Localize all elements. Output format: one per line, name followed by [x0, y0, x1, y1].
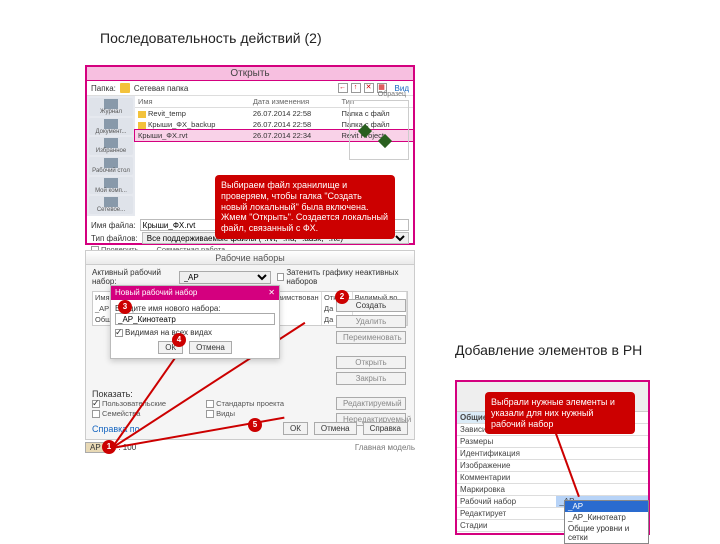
filename-label: Имя файла: — [91, 221, 136, 230]
heading-sequence: Последовательность действий (2) — [100, 30, 400, 46]
folder-label: Папка: — [91, 84, 116, 93]
preview-pane: Образец — [349, 100, 409, 160]
folder-icon — [120, 83, 130, 93]
close-icon[interactable]: ✕ — [268, 286, 275, 300]
ws-ok-button[interactable]: ОК — [283, 422, 308, 435]
delete-icon[interactable]: ✕ — [364, 83, 374, 93]
callout-instructions-1: Выбираем файл хранилище и проверяем, что… — [215, 175, 395, 239]
new-ws-title: Новый рабочий набор — [115, 286, 197, 300]
show-views-checkbox[interactable]: Виды — [206, 409, 284, 418]
prop-mark: Маркировка — [457, 484, 556, 495]
ws-cancel-button[interactable]: Отмена — [314, 422, 357, 435]
ws-help-button[interactable]: Справка — [363, 422, 408, 435]
show-families-checkbox[interactable]: Семейства — [92, 409, 166, 418]
step-badge-4: 4 — [172, 333, 186, 347]
prop-identity: Идентификация — [457, 448, 556, 459]
back-icon[interactable]: ← — [338, 83, 348, 93]
show-standards-checkbox[interactable]: Стандарты проекта — [206, 399, 284, 408]
place-fav[interactable]: Избранное — [89, 137, 133, 155]
ws-option[interactable]: _АР — [565, 501, 648, 512]
prop-edits: Редактирует — [457, 508, 556, 519]
step-badge-1: 1 — [102, 440, 116, 454]
callout-instructions-2: Выбрали нужные элементы и указали для ни… — [485, 392, 635, 434]
filetype-label: Тип файлов: — [91, 234, 138, 243]
visible-all-views-checkbox[interactable]: Видимая на всех видах — [115, 328, 275, 337]
prop-phases: Стадии — [457, 520, 556, 531]
prop-workset: Рабочий набор — [457, 496, 556, 507]
heading-add-elements: Добавление элементов в РН — [455, 342, 655, 358]
ws-option[interactable]: _АР_Кинотеатр — [565, 512, 648, 523]
rename-ws-button[interactable]: Переименовать — [336, 331, 406, 344]
new-workset-dialog: Новый рабочий набор ✕ Введите имя нового … — [110, 285, 280, 359]
gray-graphics-checkbox[interactable]: Затенить графику неактивных наборов — [277, 268, 408, 286]
prop-comments: Комментарии — [457, 472, 556, 483]
show-user-checkbox[interactable]: Пользовательские — [92, 399, 166, 408]
place-desktop[interactable]: Рабочий стол — [89, 157, 133, 175]
prop-image: Изображение — [457, 460, 556, 471]
open-dialog-title: Открыть — [87, 67, 413, 81]
place-network[interactable]: Сетевое... — [89, 196, 133, 214]
new-ws-name-input[interactable] — [115, 313, 275, 325]
step-badge-2: 2 — [335, 290, 349, 304]
new-ws-cancel-button[interactable]: Отмена — [189, 341, 232, 354]
workset-dropdown[interactable]: _АР _АР_Кинотеатр Общие уровни и сетки — [564, 500, 649, 544]
ws-option[interactable]: Общие уровни и сетки — [565, 523, 648, 543]
close-ws-button[interactable]: Закрыть — [336, 372, 406, 385]
new-ws-name-label: Введите имя нового набора: — [115, 304, 275, 313]
place-docs[interactable]: Документ... — [89, 118, 133, 136]
step-badge-3: 3 — [118, 300, 132, 314]
open-ws-button[interactable]: Открыть — [336, 356, 406, 369]
worksets-title: Рабочие наборы — [86, 251, 414, 265]
prop-dimensions: Размеры — [457, 436, 556, 447]
up-icon[interactable]: ↑ — [351, 83, 361, 93]
folder-path[interactable]: Сетевая папка — [134, 84, 188, 93]
delete-ws-button[interactable]: Удалить — [336, 315, 406, 328]
places-sidebar: Журнал Документ... Избранное Рабочий сто… — [87, 96, 135, 216]
show-label: Показать: — [92, 389, 408, 399]
active-ws-select[interactable]: _АР — [179, 271, 272, 284]
active-ws-label: Активный рабочий набор: — [92, 268, 173, 286]
place-computer[interactable]: Мой комп... — [89, 177, 133, 195]
model-label: Главная модель — [355, 443, 415, 452]
step-badge-5: 5 — [248, 418, 262, 432]
place-history[interactable]: Журнал — [89, 98, 133, 116]
